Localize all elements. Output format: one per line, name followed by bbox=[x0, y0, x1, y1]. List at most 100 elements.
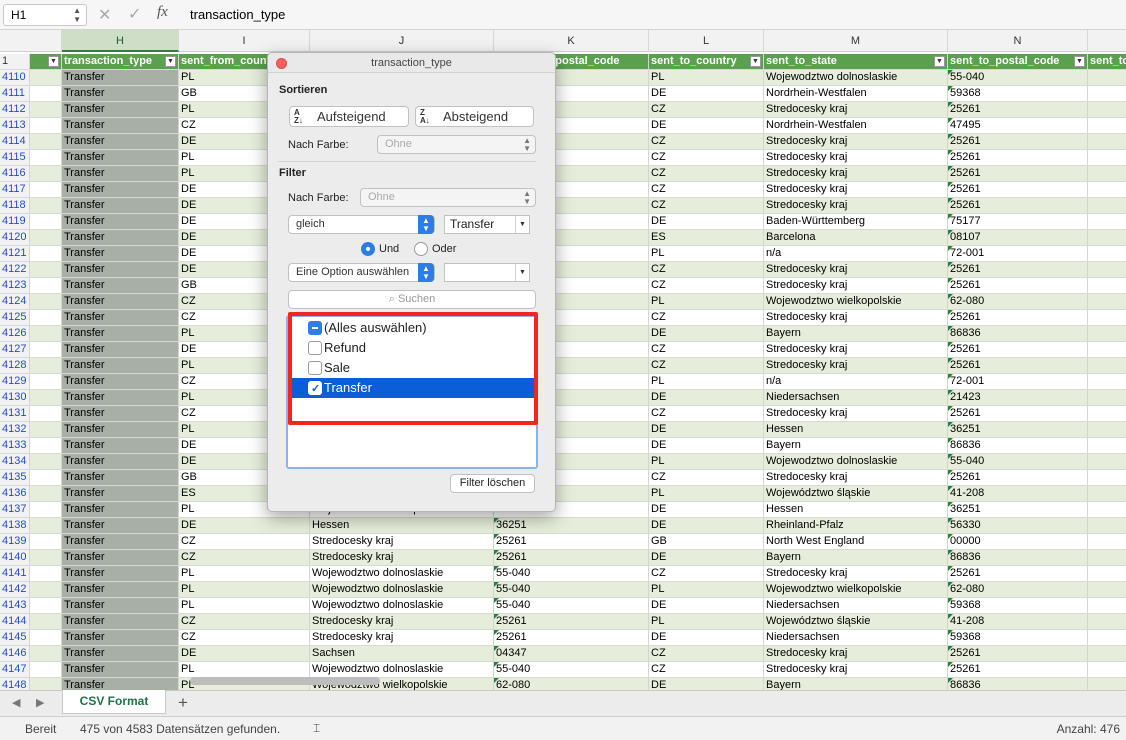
cell-sent-to-postal-code[interactable]: 25261 bbox=[948, 198, 1088, 213]
row-number[interactable]: 4117 bbox=[0, 182, 30, 197]
blank-cell[interactable] bbox=[30, 150, 62, 165]
cell-sent-to-state[interactable]: Stredocesky kraj bbox=[764, 470, 948, 485]
cell-sent-from-state[interactable]: Stredocesky kraj bbox=[310, 614, 494, 629]
cell-sent-from-state[interactable]: Wojewodztwo dolnoslaskie bbox=[310, 662, 494, 677]
cell-sent-to-country[interactable]: CZ bbox=[649, 470, 764, 485]
cell-transaction-type[interactable]: Transfer bbox=[62, 150, 179, 165]
cell-sent-from-country[interactable]: DE bbox=[179, 518, 310, 533]
cell-sent-to-postal-code[interactable]: 72-001 bbox=[948, 374, 1088, 389]
cell-sent-from-country[interactable]: PL bbox=[179, 662, 310, 677]
blank-cell[interactable] bbox=[30, 486, 62, 501]
condition2-value-combo[interactable]: ▼ bbox=[444, 263, 530, 282]
blank-cell[interactable] bbox=[1088, 582, 1126, 597]
row-number[interactable]: 4125 bbox=[0, 310, 30, 325]
cell-transaction-type[interactable]: Transfer bbox=[62, 438, 179, 453]
cell-transaction-type[interactable]: Transfer bbox=[62, 86, 179, 101]
blank-cell[interactable] bbox=[30, 598, 62, 613]
blank-cell[interactable] bbox=[30, 278, 62, 293]
cell-transaction-type[interactable]: Transfer bbox=[62, 486, 179, 501]
blank-cell[interactable] bbox=[30, 678, 62, 690]
blank-cell[interactable] bbox=[1088, 134, 1126, 149]
blank-cell[interactable] bbox=[1088, 358, 1126, 373]
cell-sent-to-state[interactable]: Bayern bbox=[764, 326, 948, 341]
cell-sent-to-postal-code[interactable]: 72-001 bbox=[948, 246, 1088, 261]
blank-cell[interactable] bbox=[30, 630, 62, 645]
cell-sent-to-state[interactable]: Stredocesky kraj bbox=[764, 166, 948, 181]
cell-transaction-type[interactable]: Transfer bbox=[62, 662, 179, 677]
row-number[interactable]: 4148 bbox=[0, 678, 30, 690]
cell-sent-to-country[interactable]: PL bbox=[649, 582, 764, 597]
cell-transaction-type[interactable]: Transfer bbox=[62, 454, 179, 469]
cell-sent-to-country[interactable]: DE bbox=[649, 214, 764, 229]
cell-sent-from-postal-code[interactable]: 55-040 bbox=[494, 566, 649, 581]
column-header-i[interactable]: I bbox=[179, 30, 310, 52]
cell-sent-to-state[interactable]: Stredocesky kraj bbox=[764, 102, 948, 117]
cell-sent-to-state[interactable]: North West England bbox=[764, 534, 948, 549]
blank-cell[interactable] bbox=[1088, 262, 1126, 277]
cell-sent-to-postal-code[interactable]: 36251 bbox=[948, 422, 1088, 437]
blank-cell[interactable] bbox=[30, 246, 62, 261]
cell-transaction-type[interactable]: Transfer bbox=[62, 246, 179, 261]
cell-sent-from-country[interactable]: CZ bbox=[179, 550, 310, 565]
cell-sent-to-postal-code[interactable]: 59368 bbox=[948, 598, 1088, 613]
cell-sent-to-postal-code[interactable]: 00000 bbox=[948, 534, 1088, 549]
cell-sent-from-state[interactable]: Sachsen bbox=[310, 646, 494, 661]
cell-sent-to-country[interactable]: PL bbox=[649, 374, 764, 389]
cell-sent-to-postal-code[interactable]: 36251 bbox=[948, 502, 1088, 517]
cell-sent-to-state[interactable]: Stredocesky kraj bbox=[764, 662, 948, 677]
cell-sent-to-country[interactable]: CZ bbox=[649, 278, 764, 293]
blank-cell[interactable] bbox=[1088, 230, 1126, 245]
header-cell-sent-to-state[interactable]: sent_to_state ▼ bbox=[764, 54, 948, 69]
blank-cell[interactable] bbox=[30, 454, 62, 469]
row-number[interactable]: 4133 bbox=[0, 438, 30, 453]
row-number[interactable]: 4122 bbox=[0, 262, 30, 277]
blank-cell[interactable] bbox=[30, 86, 62, 101]
cell-sent-to-country[interactable]: ES bbox=[649, 230, 764, 245]
filter-dropdown-icon[interactable]: ▼ bbox=[750, 56, 761, 67]
blank-cell[interactable] bbox=[1088, 150, 1126, 165]
cell-sent-to-postal-code[interactable]: 25261 bbox=[948, 358, 1088, 373]
cell-sent-to-state[interactable]: Bayern bbox=[764, 678, 948, 690]
cell-sent-from-state[interactable]: Stredocesky kraj bbox=[310, 550, 494, 565]
cell-sent-to-country[interactable]: CZ bbox=[649, 406, 764, 421]
cell-sent-to-country[interactable]: CZ bbox=[649, 262, 764, 277]
blank-cell[interactable] bbox=[1088, 406, 1126, 421]
clear-filter-button[interactable]: Filter löschen bbox=[450, 474, 535, 493]
blank-cell[interactable] bbox=[30, 534, 62, 549]
cell-sent-to-country[interactable]: PL bbox=[649, 486, 764, 501]
cell-sent-to-state[interactable]: Wojewodztwo dolnoslaskie bbox=[764, 70, 948, 85]
cell-transaction-type[interactable]: Transfer bbox=[62, 102, 179, 117]
cell-sent-to-state[interactable]: Nordrhein-Westfalen bbox=[764, 118, 948, 133]
blank-cell[interactable] bbox=[1088, 534, 1126, 549]
cell-sent-from-postal-code[interactable]: 55-040 bbox=[494, 598, 649, 613]
cell-sent-from-postal-code[interactable]: 25261 bbox=[494, 614, 649, 629]
row-number[interactable]: 4124 bbox=[0, 294, 30, 309]
blank-cell[interactable] bbox=[30, 214, 62, 229]
blank-cell[interactable] bbox=[30, 118, 62, 133]
cell-sent-to-postal-code[interactable]: 59368 bbox=[948, 630, 1088, 645]
row-number[interactable]: 4129 bbox=[0, 374, 30, 389]
cell-transaction-type[interactable]: Transfer bbox=[62, 598, 179, 613]
name-box[interactable]: H1 ▲ ▼ bbox=[3, 4, 87, 26]
cell-sent-to-state[interactable]: Stredocesky kraj bbox=[764, 182, 948, 197]
cell-sent-to-postal-code[interactable]: 75177 bbox=[948, 214, 1088, 229]
row-number[interactable]: 4118 bbox=[0, 198, 30, 213]
search-input[interactable]: ⌕ Suchen bbox=[288, 290, 536, 309]
row-number[interactable]: 4136 bbox=[0, 486, 30, 501]
cell-transaction-type[interactable]: Transfer bbox=[62, 278, 179, 293]
blank-cell[interactable] bbox=[1088, 118, 1126, 133]
blank-cell[interactable] bbox=[1088, 438, 1126, 453]
condition2-operator-select[interactable]: Eine Option auswählen ▲ ▼ bbox=[288, 263, 435, 282]
row-number[interactable]: 4116 bbox=[0, 166, 30, 181]
column-header-k[interactable]: K bbox=[494, 30, 649, 52]
cell-transaction-type[interactable]: Transfer bbox=[62, 470, 179, 485]
sort-by-color-select[interactable]: Ohne ▲ ▼ bbox=[377, 135, 536, 154]
row-number[interactable]: 4143 bbox=[0, 598, 30, 613]
blank-cell[interactable] bbox=[1088, 198, 1126, 213]
blank-cell[interactable] bbox=[1088, 518, 1126, 533]
row-number[interactable]: 4126 bbox=[0, 326, 30, 341]
header-cell-transaction-type[interactable]: transaction_type ▼ bbox=[62, 54, 179, 69]
blank-cell[interactable] bbox=[1088, 662, 1126, 677]
cell-sent-to-state[interactable]: Stredocesky kraj bbox=[764, 150, 948, 165]
cell-sent-to-state[interactable]: Niedersachsen bbox=[764, 630, 948, 645]
